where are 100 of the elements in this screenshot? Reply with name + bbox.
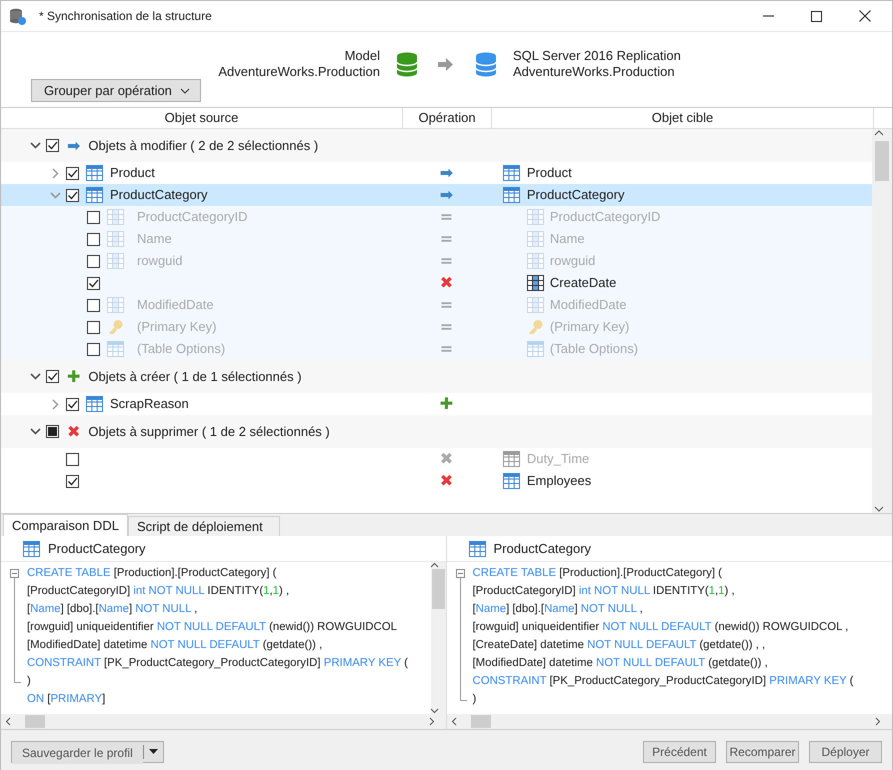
code-line: [CreateDate] datetime NOT NULL DEFAULT (getdate()) , , bbox=[472, 638, 766, 654]
group-row[interactable]: ➡ Objets à modifier ( 2 de 2 sélectionnés ) bbox=[1, 129, 872, 162]
column-name: ModifiedDate bbox=[550, 296, 626, 314]
checkbox[interactable] bbox=[87, 254, 100, 268]
operation-symbol: ➡ bbox=[440, 187, 454, 203]
group-row[interactable]: ✚ Objets à créer ( 1 de 1 sélectionnés ) bbox=[1, 360, 872, 393]
checkbox[interactable] bbox=[66, 188, 79, 202]
scrollbar[interactable] bbox=[1, 714, 446, 729]
footer-button[interactable]: Recomparer bbox=[726, 740, 799, 762]
object-name: Product bbox=[526, 164, 572, 182]
tree-row[interactable]: ✖ CreateDate bbox=[1, 272, 872, 294]
footer-button[interactable]: Précédent bbox=[643, 740, 716, 762]
operation-symbol: = bbox=[440, 209, 454, 225]
group-title: Objets à supprimer ( 1 de 2 sélectionnés ) bbox=[88, 422, 330, 441]
pane-title: ProductCategory bbox=[48, 540, 146, 558]
code-line: [rowguid] uniqueidentifier NOT NULL DEFAULT (newid()) ROWGUIDCOL bbox=[26, 620, 397, 636]
checkbox[interactable] bbox=[66, 474, 79, 488]
checkbox[interactable] bbox=[87, 320, 100, 334]
group-by-dropdown[interactable]: Grouper par opération bbox=[31, 79, 201, 102]
scrollbar-thumb[interactable] bbox=[875, 141, 890, 181]
checkbox[interactable] bbox=[46, 370, 59, 383]
checkbox[interactable] bbox=[66, 166, 79, 180]
code-line: [Name] [dbo].[Name] NOT NULL , bbox=[472, 602, 643, 618]
window-title: * Synchronisation de la structure bbox=[39, 8, 212, 25]
target-label: SQL Server 2016 Replication bbox=[513, 48, 682, 64]
checkbox[interactable] bbox=[66, 452, 79, 466]
scrollbar-thumb[interactable] bbox=[470, 715, 490, 728]
code-line: [ProductCategoryID] int NOT NULL IDENTITY(1,1) , bbox=[26, 584, 290, 600]
object-name: ScrapReason bbox=[110, 395, 189, 414]
checkbox[interactable] bbox=[87, 210, 100, 224]
code-line: CREATE TABLE [Production].[ProductCategory] ( bbox=[472, 566, 722, 582]
collapse-icon[interactable] bbox=[30, 426, 41, 437]
pane-title: ProductCategory bbox=[494, 540, 592, 558]
scroll-up-icon[interactable] bbox=[874, 129, 884, 137]
code-line: CONSTRAINT [PK_ProductCategory_ProductCategoryID] PRIMARY KEY ( bbox=[472, 674, 854, 690]
column-icon bbox=[526, 231, 544, 247]
column-name: ProductCategoryID bbox=[550, 208, 660, 226]
table-icon bbox=[86, 187, 103, 203]
scrollbar[interactable] bbox=[446, 714, 892, 729]
table-icon bbox=[107, 341, 124, 357]
database-icon bbox=[396, 52, 418, 76]
scroll-up-icon[interactable] bbox=[430, 562, 439, 569]
database-icon bbox=[475, 52, 497, 76]
column-icon bbox=[526, 253, 544, 269]
column-header[interactable]: Opération bbox=[403, 108, 492, 128]
checkbox[interactable] bbox=[87, 276, 100, 290]
fold-toggle-icon[interactable] bbox=[10, 569, 19, 578]
table-icon bbox=[468, 540, 486, 556]
checkbox[interactable] bbox=[66, 398, 79, 410]
scrollbar-thumb[interactable] bbox=[25, 715, 45, 728]
column-name: (Table Options) bbox=[550, 340, 638, 358]
column-icon bbox=[107, 231, 124, 247]
column-header[interactable]: Objet cible bbox=[492, 108, 874, 128]
scrollbar[interactable] bbox=[872, 129, 892, 513]
tree-row[interactable]: ProductCategory ➡ ProductCategory bbox=[1, 184, 872, 206]
column-name: rowguid bbox=[550, 252, 596, 270]
column-icon bbox=[526, 209, 544, 225]
column-header[interactable]: Objet source bbox=[1, 108, 403, 128]
scroll-left-icon[interactable] bbox=[5, 717, 12, 726]
code-line: [ModifiedDate] datetime NOT NULL DEFAULT (getdate()) , bbox=[472, 656, 768, 672]
column-name: (Table Options) bbox=[137, 340, 226, 358]
scroll-down-icon[interactable] bbox=[874, 505, 884, 513]
operation-symbol: = bbox=[440, 231, 454, 247]
expand-icon[interactable] bbox=[50, 168, 61, 178]
scrollbar[interactable] bbox=[430, 562, 446, 714]
arrow-icon bbox=[438, 56, 453, 72]
fold-toggle-icon[interactable] bbox=[456, 569, 464, 578]
key-icon bbox=[107, 319, 124, 335]
tab[interactable]: Comparaison DDL bbox=[3, 514, 128, 536]
key-icon bbox=[526, 319, 544, 335]
group-row[interactable]: ✖ Objets à supprimer ( 1 de 2 sélectionnés ) bbox=[1, 415, 872, 448]
operation-symbol: ✖ bbox=[440, 473, 454, 489]
footer-button[interactable]: Déployer bbox=[809, 740, 882, 762]
code-line: [rowguid] uniqueidentifier NOT NULL DEFAULT (newid()) ROWGUIDCOL , bbox=[472, 620, 848, 636]
column-icon bbox=[526, 297, 544, 313]
scroll-right-icon[interactable] bbox=[874, 717, 881, 726]
checkbox[interactable] bbox=[46, 425, 59, 438]
object-name: ProductCategory bbox=[110, 186, 208, 204]
scrollbar-thumb[interactable] bbox=[432, 569, 444, 609]
code-line: [ProductCategoryID] int NOT NULL IDENTITY(1,1) , bbox=[472, 584, 735, 600]
caret-icon[interactable] bbox=[148, 749, 158, 754]
tab[interactable]: Script de déploiement bbox=[128, 516, 280, 536]
column-name: ProductCategoryID bbox=[137, 208, 248, 226]
expand-icon[interactable] bbox=[50, 398, 61, 410]
table-icon bbox=[86, 165, 103, 181]
collapse-icon[interactable] bbox=[30, 371, 41, 382]
scroll-right-icon[interactable] bbox=[428, 717, 434, 726]
scroll-left-icon[interactable] bbox=[450, 717, 458, 726]
checkbox[interactable] bbox=[87, 232, 100, 246]
code-line: CREATE TABLE [Production].[ProductCategory] ( bbox=[26, 566, 276, 582]
column-icon bbox=[526, 275, 544, 291]
object-name: Employees bbox=[526, 472, 592, 490]
collapse-icon[interactable] bbox=[30, 140, 41, 151]
scroll-down-icon[interactable] bbox=[430, 707, 439, 714]
checkbox[interactable] bbox=[87, 342, 100, 356]
checkbox[interactable] bbox=[87, 298, 100, 312]
object-name: Duty_Time bbox=[526, 450, 590, 468]
column-name: CreateDate bbox=[550, 274, 616, 292]
operation-symbol: = bbox=[440, 297, 454, 313]
checkbox[interactable] bbox=[46, 139, 59, 152]
